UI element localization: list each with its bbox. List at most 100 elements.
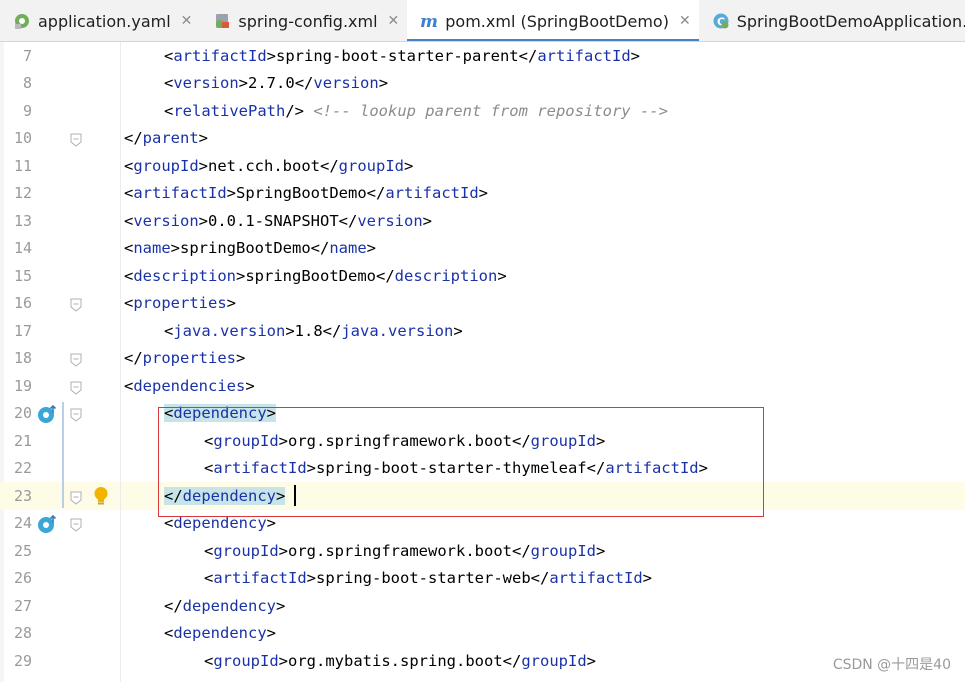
code-line[interactable]: 19 <dependencies> — [0, 373, 965, 401]
code-line[interactable]: 28 <dependency> — [0, 620, 965, 648]
xml-punctuation: </ — [322, 321, 342, 340]
line-number[interactable]: 18 — [0, 345, 32, 373]
code-line[interactable]: 12 <artifactId>SpringBootDemo</artifactId… — [0, 180, 965, 208]
xml-punctuation: < — [164, 46, 174, 65]
xml-tag-name: artifactId — [549, 569, 643, 587]
line-number[interactable]: 24 — [0, 510, 32, 538]
xml-punctuation: > — [238, 74, 249, 92]
xml-text-value: org.mybatis.spring.boot — [288, 651, 503, 670]
code-text: <version>0.0.1-SNAPSHOT</version> — [124, 208, 432, 236]
code-line[interactable]: 26 <artifactId>spring-boot-starter-web</a… — [0, 565, 965, 593]
xml-punctuation: > — [595, 541, 606, 560]
line-number[interactable]: 8 — [0, 70, 32, 98]
line-number[interactable]: 9 — [0, 98, 32, 126]
line-number[interactable]: 27 — [0, 593, 32, 621]
lightbulb-icon[interactable] — [93, 486, 109, 510]
tab-pom-xml[interactable]: m pom.xml (SpringBootDemo) ✕ — [407, 0, 700, 41]
xml-punctuation: > — [306, 569, 317, 587]
tab-label: pom.xml (SpringBootDemo) — [445, 11, 669, 31]
line-number[interactable]: 22 — [0, 455, 32, 483]
xml-tag-name: description — [394, 266, 498, 285]
line-number[interactable]: 12 — [0, 180, 32, 208]
xml-text-value: SpringBootDemo — [236, 184, 367, 202]
line-number[interactable]: 10 — [0, 125, 32, 153]
fold-icon[interactable] — [70, 352, 82, 367]
line-number[interactable]: 29 — [0, 648, 32, 676]
line-number[interactable]: 7 — [0, 43, 32, 71]
xml-punctuation: </ — [338, 211, 358, 230]
xml-tag-name: groupId — [521, 651, 587, 670]
maven-dependency-icon[interactable] — [37, 404, 59, 428]
code-line[interactable]: 10 </parent> — [0, 125, 965, 153]
code-line[interactable]: 27 </dependency> — [0, 593, 965, 621]
xml-tag-name: version — [313, 74, 379, 92]
tab-application-yaml[interactable]: application.yaml ✕ — [0, 0, 200, 41]
xml-text-value: springBootDemo — [180, 239, 311, 257]
line-number[interactable]: 28 — [0, 620, 32, 648]
line-number[interactable]: 16 — [0, 290, 32, 318]
xml-punctuation: > — [366, 239, 377, 257]
code-line[interactable]: 18 </properties> — [0, 345, 965, 373]
code-line[interactable]: 13 <version>0.0.1-SNAPSHOT</version> — [0, 208, 965, 236]
line-number[interactable]: 25 — [0, 538, 32, 566]
close-icon[interactable]: ✕ — [181, 13, 193, 29]
code-editor[interactable]: 7 <artifactId>spring-boot-starter-parent<… — [0, 42, 965, 682]
xml-tag-name: groupId — [338, 156, 404, 175]
xml-punctuation: </ — [366, 184, 386, 202]
line-number[interactable]: 11 — [0, 153, 32, 181]
fold-icon[interactable] — [70, 380, 82, 395]
fold-icon[interactable] — [70, 490, 82, 505]
code-text: <properties> — [124, 290, 236, 318]
code-line[interactable]: 17 <java.version>1.8</java.version> — [0, 318, 965, 346]
line-number[interactable]: 26 — [0, 565, 32, 593]
xml-punctuation: /> — [285, 101, 314, 120]
tab-springbootdemoapplication-java[interactable]: CSpringBootDemoApplication.java✕ — [699, 0, 965, 41]
close-icon[interactable]: ✕ — [679, 13, 691, 29]
xml-punctuation: > — [236, 349, 246, 367]
fold-icon[interactable] — [70, 297, 82, 312]
code-text: <artifactId>spring-boot-starter-web</art… — [204, 565, 652, 593]
line-number[interactable]: 14 — [0, 235, 32, 263]
line-number[interactable]: 17 — [0, 318, 32, 346]
fold-icon[interactable] — [70, 517, 82, 532]
fold-icon[interactable] — [70, 132, 82, 147]
code-line[interactable]: 25 <groupId>org.springframework.boot</gro… — [0, 538, 965, 566]
code-line[interactable]: 15 <description>springBootDemo</descripti… — [0, 263, 965, 291]
fold-icon[interactable] — [70, 407, 82, 422]
tab-spring-config-xml[interactable]: spring-config.xml ✕ — [200, 0, 407, 41]
code-text: </dependency> — [164, 593, 285, 621]
code-line[interactable]: 14 <name>springBootDemo</name> — [0, 235, 965, 263]
line-number[interactable]: 13 — [0, 208, 32, 236]
xml-punctuation: > — [378, 74, 389, 92]
code-line[interactable]: 11 <groupId>net.cch.boot</groupId> — [0, 153, 965, 181]
close-icon[interactable]: ✕ — [388, 13, 400, 29]
xml-punctuation: < — [164, 321, 174, 340]
xml-comment: <!-- lookup parent from repository --> — [313, 101, 668, 120]
code-line[interactable]: 29 <groupId>org.mybatis.spring.boot</grou… — [0, 648, 965, 676]
maven-dependency-icon[interactable] — [37, 514, 59, 538]
line-number[interactable]: 15 — [0, 263, 32, 291]
xml-punctuation: </ — [310, 239, 330, 257]
text-caret — [294, 485, 296, 506]
xml-tag-name: version — [173, 74, 239, 92]
code-text: <version>2.7.0</version> — [164, 70, 388, 98]
code-line[interactable]: 9 <relativePath/> <!-- lookup parent from… — [0, 98, 965, 126]
code-line[interactable]: 8 <version>2.7.0</version> — [0, 70, 965, 98]
code-line[interactable]: 7 <artifactId>spring-boot-starter-parent<… — [0, 43, 965, 71]
yaml-file-icon — [12, 11, 32, 31]
xml-text-value: org.springframework.boot — [288, 541, 512, 560]
line-number[interactable]: 21 — [0, 428, 32, 456]
line-number[interactable]: 19 — [0, 373, 32, 401]
line-number[interactable]: 23 — [0, 483, 32, 511]
xml-punctuation: </ — [124, 129, 143, 147]
xml-punctuation: > — [642, 569, 652, 587]
xml-punctuation: > — [497, 266, 507, 285]
xml-punctuation: < — [204, 651, 214, 670]
xml-punctuation: < — [204, 569, 214, 587]
line-number[interactable]: 20 — [0, 400, 32, 428]
vcs-change-marker[interactable] — [62, 402, 64, 508]
xml-punctuation: </ — [530, 569, 550, 587]
xml-tag-name: dependency — [182, 596, 276, 615]
code-line[interactable]: 16 <properties> — [0, 290, 965, 318]
code-text: <groupId>net.cch.boot</groupId> — [124, 153, 413, 181]
